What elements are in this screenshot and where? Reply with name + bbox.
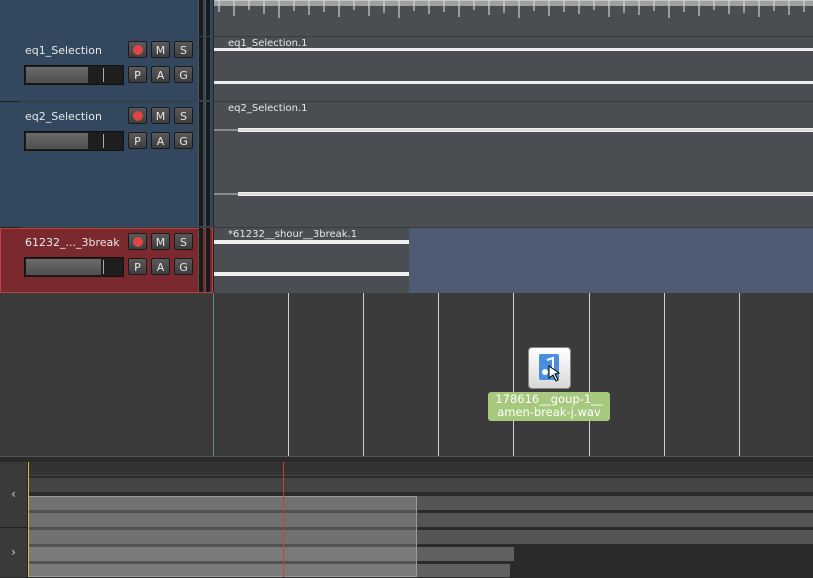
meter — [205, 102, 210, 226]
summary-ruler — [28, 462, 813, 476]
automation-button[interactable]: A — [151, 132, 170, 149]
waveform — [214, 240, 409, 276]
summary-prev-button[interactable]: ‹ — [0, 462, 27, 528]
track-lane-empty[interactable] — [409, 228, 813, 293]
playlist-button[interactable]: P — [128, 66, 147, 83]
grid-line — [363, 293, 364, 456]
waveform — [214, 128, 813, 196]
drop-zone[interactable] — [0, 293, 813, 456]
record-button[interactable] — [128, 107, 147, 124]
gain-fader[interactable] — [24, 131, 124, 151]
session-start-marker — [28, 462, 29, 577]
track-name[interactable]: 61232_..._3break — [25, 236, 120, 249]
meter — [198, 37, 203, 100]
group-button[interactable]: G — [174, 258, 193, 275]
start-marker — [213, 293, 214, 456]
gain-fader[interactable] — [24, 65, 124, 85]
record-button[interactable] — [128, 41, 147, 58]
meter — [205, 228, 210, 292]
record-button[interactable] — [128, 233, 147, 250]
note-icon — [539, 354, 561, 382]
waveform — [214, 0, 813, 18]
track-name[interactable]: eq2_Selection — [25, 110, 102, 123]
grid-line — [438, 293, 439, 456]
meter — [205, 37, 210, 100]
meter — [198, 102, 203, 226]
meter — [198, 0, 203, 36]
grid-line — [288, 293, 289, 456]
drag-filename-line2: amen-break-j.wav — [497, 405, 601, 419]
grid-line — [739, 293, 740, 456]
track-name[interactable]: eq1_Selection — [25, 44, 102, 57]
audio-file-icon[interactable] — [528, 347, 571, 389]
waveform — [214, 48, 813, 84]
solo-button[interactable]: S — [174, 233, 193, 250]
grid-line — [513, 293, 514, 456]
region-top[interactable] — [213, 0, 813, 36]
automation-button[interactable]: A — [151, 66, 170, 83]
meter — [198, 228, 203, 292]
gain-fader[interactable] — [24, 257, 124, 277]
playlist-button[interactable]: P — [128, 132, 147, 149]
region-3break[interactable]: *61232__shour__3break.1 — [213, 228, 409, 293]
solo-button[interactable]: S — [174, 41, 193, 58]
grid-line — [589, 293, 590, 456]
mute-button[interactable]: M — [151, 107, 170, 124]
summary-viewport[interactable] — [28, 496, 417, 577]
region-eq2[interactable]: eq2_Selection.1 — [213, 102, 813, 227]
meter — [205, 0, 210, 36]
group-button[interactable]: G — [174, 132, 193, 149]
mute-button[interactable]: M — [151, 41, 170, 58]
summary-row — [28, 478, 813, 492]
solo-button[interactable]: S — [174, 107, 193, 124]
group-button[interactable]: G — [174, 66, 193, 83]
automation-button[interactable]: A — [151, 258, 170, 275]
region-eq1[interactable]: eq1_Selection.1 — [213, 37, 813, 101]
playlist-button[interactable]: P — [128, 258, 147, 275]
summary-next-button[interactable]: › — [0, 528, 27, 577]
drag-filename-label: 178616__goup-1__ amen-break-j.wav — [488, 392, 610, 421]
track-header-top — [0, 0, 213, 37]
playhead[interactable] — [283, 462, 284, 577]
mute-button[interactable]: M — [151, 233, 170, 250]
grid-line — [664, 293, 665, 456]
